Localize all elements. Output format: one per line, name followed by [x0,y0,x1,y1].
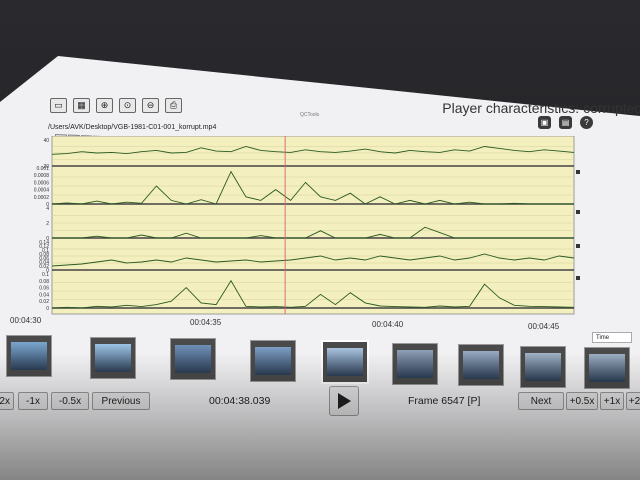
legend-swatch [576,244,580,248]
y-tick-label: 0.001 [36,166,49,172]
thumbnail-image [463,351,499,379]
thumbnail[interactable] [584,347,630,389]
window-title: Player characteristics: corrupted f [442,100,640,116]
y-tick-label: 0.04 [39,292,49,298]
speed-minus-half-button[interactable]: -0.5x [51,392,89,410]
thumbnail-image [255,346,291,375]
legend-swatch [576,276,580,280]
y-tick-label: 0.08 [39,279,49,285]
thumbnail[interactable] [6,335,52,377]
window-icon[interactable]: ▤ [559,116,572,129]
speed-plus-half-button[interactable]: +0.5x [566,392,598,410]
toolbar-label: QCTools [300,112,320,118]
y-tick-label: 4 [46,206,49,212]
thumbnail[interactable] [250,339,296,382]
thumbnail[interactable] [520,345,566,388]
graph-area: 204000.00020.00040.00060.00080.001tout02… [34,136,580,315]
toolbar: ▭ ▦ ⊕ ⊙ ⊖ ⎙ [50,98,182,113]
y-tick-label: 0.0008 [34,173,50,179]
thumbnail-strip [0,335,640,389]
next-button[interactable]: Next [518,392,564,410]
legend-swatch [576,210,580,214]
thumbnail-image [589,354,625,382]
time-tick: 00:04:45 [528,322,560,331]
thumbnail[interactable] [170,338,216,380]
previous-button[interactable]: Previous [92,392,150,410]
thumbnail-image [11,342,47,370]
y-tick-label: 0.0002 [34,195,50,201]
thumbnail[interactable] [90,336,136,379]
playback-controls: -2x -1x -0.5x Previous 00:04:38.039 Fram… [0,392,640,416]
time-tick: 00:04:35 [190,318,222,327]
save-icon[interactable]: ▣ [538,116,551,129]
speed-plus-2x-button[interactable]: +2x [626,392,640,410]
zoom-reset-icon[interactable]: ⊙ [119,98,136,113]
thumbnail-image [95,343,131,372]
zoom-out-icon[interactable]: ⊖ [142,98,159,113]
speed-minus-2x-button[interactable]: -2x [0,392,14,410]
plot-background [51,136,575,315]
thumbnail-image [397,349,433,378]
thumbnail[interactable] [458,344,504,386]
window-icon[interactable]: ▭ [50,98,67,113]
timecode: 00:04:38.039 [209,395,271,407]
time-axis: 00:04:30 00:04:35 00:04:40 00:04:45 [0,312,640,331]
y-tick-label: 0.14 [39,240,49,246]
frame-number: Frame 6547 [P] [408,395,481,407]
play-button[interactable] [329,386,359,416]
y-tick-label: 0.06 [39,286,49,292]
help-button[interactable]: ? [580,116,593,129]
legend-swatch [576,170,580,174]
y-tick-label: 0.0006 [34,180,50,186]
speed-minus-1x-button[interactable]: -1x [18,392,48,410]
y-tick-label: 0.02 [39,299,49,305]
export-icon[interactable]: ⎙ [165,98,182,113]
thumbnail[interactable] [392,342,438,385]
time-tick: 00:04:40 [372,320,404,329]
speed-plus-1x-button[interactable]: +1x [600,392,624,410]
y-tick-label: 40 [43,138,49,144]
thumbnail-image [525,352,561,381]
zoom-in-icon[interactable]: ⊕ [96,98,113,113]
y-tick-label: 0.1 [42,272,49,278]
y-tick-label: 2 [46,221,49,227]
thumbnail-image [175,345,211,373]
thumbnail-image [327,348,363,376]
right-toolbar: ▣ ▤ ? [538,116,593,129]
image-icon[interactable]: ▦ [73,98,90,113]
thumbnail[interactable] [321,340,369,384]
y-tick-label: 0.0004 [34,188,50,194]
time-tick: 00:04:30 [10,316,42,325]
play-icon [338,393,351,409]
file-path: /Users/AVK/Desktop/VGB-1981-C01-001_korr… [48,124,217,131]
